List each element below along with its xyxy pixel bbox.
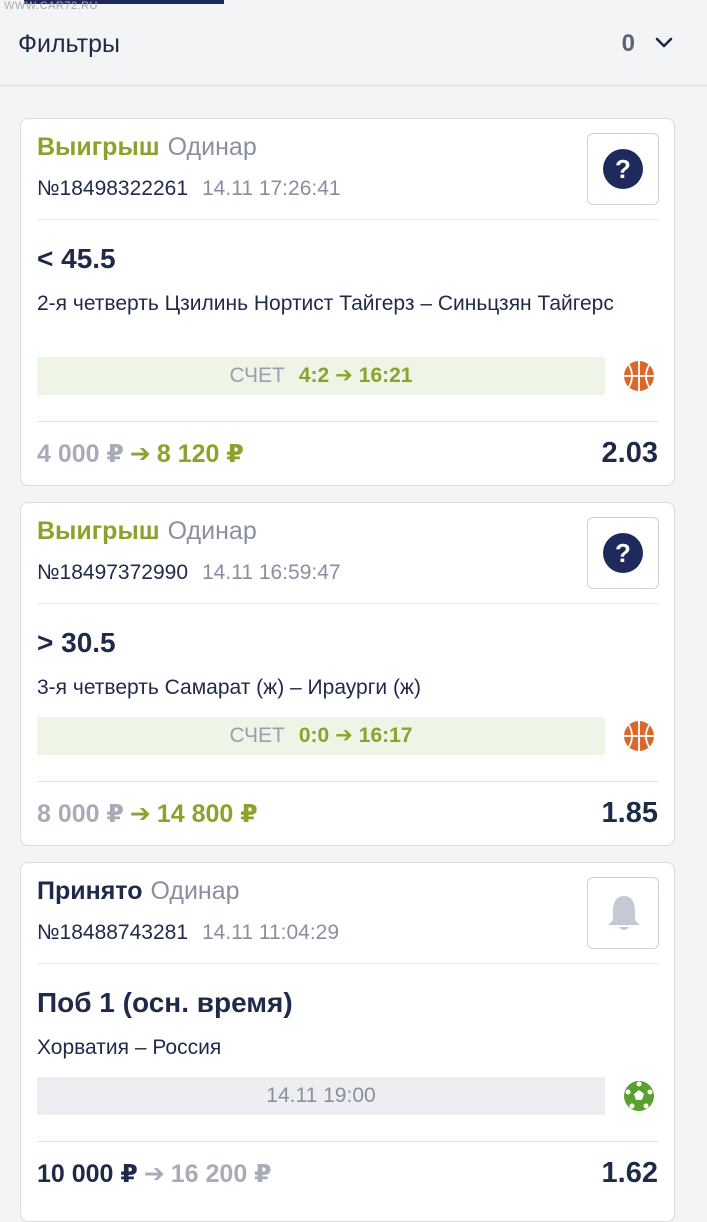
score-bar: СЧЕТ 4:2 ➔ 16:21 (37, 357, 605, 395)
divider (37, 603, 658, 604)
stake-amount: 10 000 ₽ (37, 1160, 138, 1188)
bet-time: 14.11 17:26:41 (202, 177, 341, 200)
divider (37, 421, 658, 422)
payout-amount: 8 120 ₽ (156, 440, 244, 468)
divider (37, 781, 658, 782)
bet-id: №18497372990 (37, 561, 188, 584)
bet-selection: < 45.5 (37, 243, 116, 274)
bet-amounts: 8 000 ₽ ➔ 14 800 ₽ (37, 799, 258, 829)
bet-type: Одинар (167, 133, 257, 161)
bet-id: №18498322261 (37, 177, 188, 200)
event-name: 3-я четверть Самарат (ж) – Ираурги (ж) (37, 676, 421, 699)
bet-card[interactable]: Выигрыш Одинар №18497372990 14.11 16:59:47… (20, 502, 675, 846)
payout-amount: 16 200 ₽ (170, 1160, 272, 1188)
bet-status: Принято (37, 877, 143, 905)
bet-amounts: 4 000 ₽ ➔ 8 120 ₽ (37, 439, 244, 469)
bet-type: Одинар (167, 517, 257, 545)
bet-time: 14.11 16:59:47 (202, 561, 341, 584)
start-time-bar: 14.11 19:00 (37, 1077, 605, 1115)
score-label: СЧЕТ (229, 724, 285, 747)
stake-amount: 8 000 ₽ (37, 800, 124, 828)
help-button[interactable]: ? (587, 517, 659, 589)
score-from: 0:0 (298, 724, 330, 747)
score-to: 16:17 (358, 724, 413, 747)
score-label: СЧЕТ (229, 364, 285, 387)
bet-card[interactable]: Принято Одинар №18488743281 14.11 11:04:29… (20, 862, 675, 1222)
bet-amounts: 10 000 ₽ ➔ 16 200 ₽ (37, 1159, 272, 1189)
bet-status: Выигрыш (37, 517, 160, 545)
score-from: 4:2 (298, 364, 330, 387)
payout-amount: 14 800 ₽ (156, 800, 258, 828)
arrow-right-icon: ➔ (335, 364, 353, 387)
score-to: 16:21 (358, 364, 413, 387)
bet-selection: Поб 1 (осн. время) (37, 987, 293, 1018)
odds-value: 1.62 (601, 1157, 658, 1189)
help-button[interactable]: ? (587, 133, 659, 205)
bell-icon (608, 896, 640, 930)
event-name: 2-я четверть Цзилинь Нортист Тайгерз – С… (37, 292, 614, 315)
arrow-right-icon: ➔ (143, 1160, 165, 1188)
arrow-right-icon: ➔ (335, 724, 353, 747)
basketball-icon (624, 361, 654, 391)
filters-bar[interactable]: WWW.CAR72.RU Фильтры 0 (0, 0, 707, 86)
bet-status: Выигрыш (37, 133, 160, 161)
divider (37, 1141, 658, 1142)
event-name: Хорватия – Россия (37, 1036, 222, 1059)
bet-selection: > 30.5 (37, 627, 116, 658)
notification-button[interactable] (587, 877, 659, 949)
question-icon: ? (603, 149, 643, 189)
bet-id: №18488743281 (37, 921, 188, 944)
question-icon: ? (603, 533, 643, 573)
filters-count: 0 (621, 30, 635, 57)
odds-value: 2.03 (601, 437, 658, 469)
bet-time: 14.11 11:04:29 (202, 921, 340, 944)
start-time: 14.11 19:00 (266, 1084, 376, 1107)
bet-card[interactable]: Выигрыш Одинар №18498322261 14.11 17:26:41… (20, 118, 675, 486)
arrow-right-icon: ➔ (129, 440, 151, 468)
arrow-right-icon: ➔ (129, 800, 151, 828)
football-icon (624, 1081, 654, 1111)
watermark-text: WWW.CAR72.RU (4, 0, 98, 12)
filters-label[interactable]: Фильтры (18, 30, 120, 59)
stake-amount: 4 000 ₽ (37, 440, 124, 468)
basketball-icon (624, 721, 654, 751)
bet-type: Одинар (150, 877, 240, 905)
score-bar: СЧЕТ 0:0 ➔ 16:17 (37, 717, 605, 755)
odds-value: 1.85 (601, 797, 658, 829)
chevron-down-icon[interactable] (655, 34, 673, 52)
divider (37, 963, 658, 964)
divider (37, 219, 658, 220)
